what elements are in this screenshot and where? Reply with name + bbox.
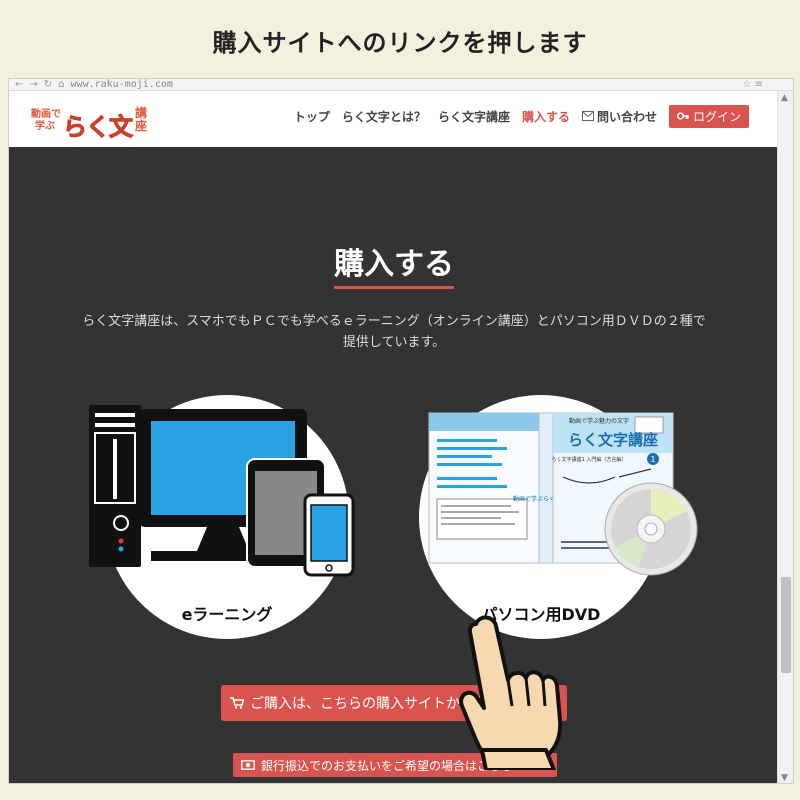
page-title: 購入する [9,239,779,289]
contact-label: 問い合わせ [596,109,657,124]
nav-item-buy[interactable]: 購入する [522,108,570,125]
dvd-card[interactable]: 動画で学ぶらく文字講座 動画で学ぶ魅力の文字 らく文字講座 1 らく文字講座1 … [419,395,698,639]
nav-item-course[interactable]: らく文字講座 [438,108,510,125]
money-icon [241,760,255,770]
intro-text: らく文字講座は、スマホでもＰＣでも学べるｅラーニング（オンライン講座）とパソコン… [82,314,706,350]
site-header: 動画で 学ぶ らく文字 講座 トップ らく文字とは？ らく文字講座 購入する 問… [9,91,793,177]
address-bar[interactable]: www.raku-moji.com [71,80,173,90]
dvd-package-icon: 動画で学ぶらく文字講座 動画で学ぶ魅力の文字 らく文字講座 1 らく文字講座1 … [428,412,698,576]
scroll-down-icon[interactable]: ▼ [781,773,788,783]
logo-end: 講座 [135,106,148,133]
main-nav: トップ らく文字とは？ らく文字講座 購入する 問い合わせ ログイン [294,103,749,129]
dvd-cover-top: 動画で学ぶ魅力の文字 [569,417,629,425]
browser-window: ← → ↻ ⌂ www.raku-moji.com ☆ ≡ 動画で 学ぶ らく文… [8,78,794,784]
elearning-label: eラーニング [181,605,273,624]
devices-icon [89,405,355,577]
scroll-up-icon[interactable]: ▲ [781,93,788,103]
screenshot-caption: 購入サイトへのリンクを押します [212,28,588,57]
reload-icon[interactable]: ↻ [44,79,52,90]
site-logo[interactable]: 動画で 学ぶ らく文字 講座 [31,103,151,177]
logo-line2: 学ぶ [35,121,55,132]
scrollbar-thumb[interactable] [781,577,791,673]
elearning-card[interactable]: eラーニング [89,395,355,639]
browser-toolbar: ← → ↻ ⌂ www.raku-moji.com ☆ ≡ [9,79,793,91]
logo-line1: 動画で [31,109,61,120]
nav-item-about[interactable]: らく文字とは？ [342,108,426,125]
nav-item-contact[interactable]: 問い合わせ [581,108,657,125]
dvd-cover-number: 1 [650,455,655,464]
dvd-cover-subtitle: らく文字講座1 入門編（方言編） [552,456,627,463]
dvd-cover-title: らく文字講座 [568,431,658,449]
forward-icon[interactable]: → [29,79,37,90]
login-label: ログイン [692,109,741,124]
purchase-section: 購入する らく文字講座は、スマホでもＰＣでも学べるｅラーニング（オンライン講座）… [9,147,779,783]
login-button[interactable]: ログイン [668,104,749,128]
page-scrollbar[interactable]: ▲ ▼ [777,91,793,783]
key-icon [676,112,689,120]
cart-icon [230,697,244,709]
back-icon[interactable]: ← [15,79,23,90]
mail-icon [581,111,594,121]
nav-item-top[interactable]: トップ [294,108,330,125]
pointing-hand-icon [459,615,563,770]
home-icon[interactable]: ⌂ [58,79,64,90]
hamburger-menu-icon[interactable]: ☆ ≡ [742,79,763,90]
